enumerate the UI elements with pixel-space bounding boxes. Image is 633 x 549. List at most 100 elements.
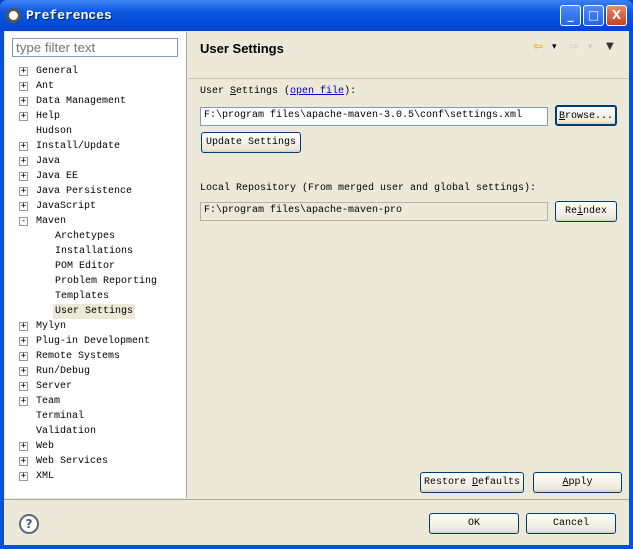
restore-defaults-button[interactable]: Restore Defaults (420, 472, 524, 493)
eclipse-icon (6, 8, 21, 23)
label-text: User (200, 86, 231, 97)
preferences-window: Preferences _ □ X General + Ant + Data Manag… (0, 0, 633, 549)
tree-item-label: Help (36, 111, 61, 122)
expand-icon[interactable]: + (19, 442, 28, 451)
tree-item[interactable]: Web (34, 439, 56, 454)
maximize-button[interactable]: □ (583, 5, 604, 26)
tree-item-label: Ant (36, 81, 55, 92)
label: pply (568, 477, 593, 488)
tree-item-label: POM Editor (55, 261, 116, 272)
tree-item[interactable]: Hudson (34, 124, 74, 139)
tree-item[interactable]: Team (34, 394, 62, 409)
tree-item[interactable]: Remote Systems (34, 349, 122, 364)
tree-item[interactable]: XML (34, 469, 56, 484)
tree-item[interactable]: Java (34, 154, 62, 169)
tree-item-label: Java EE (36, 171, 79, 182)
reindex-button[interactable]: Reindex (555, 201, 617, 222)
preference-tree-panel: General + Ant + Data Management + Help + Hudson I… (5, 32, 187, 498)
tree-item-label: Archetypes (55, 231, 116, 242)
tree-item-label: Web Services (36, 456, 109, 467)
expand-icon[interactable]: + (19, 67, 28, 76)
expand-icon[interactable]: + (19, 337, 28, 346)
label-text: ): (344, 86, 357, 97)
expand-icon[interactable]: + (19, 142, 28, 151)
tree-item[interactable]: Install/Update (34, 139, 122, 154)
forward-dropdown-icon[interactable]: ▾ (588, 42, 593, 52)
expand-icon[interactable]: + (19, 97, 28, 106)
tree-item[interactable]: Java EE (34, 169, 80, 184)
tree-item[interactable]: Java Persistence (34, 184, 134, 199)
expand-icon[interactable]: + (19, 112, 28, 121)
back-dropdown-icon[interactable]: ▾ (552, 42, 557, 52)
minimize-button[interactable]: _ (560, 5, 581, 26)
tree-item[interactable]: Mylyn (34, 319, 68, 334)
tree-item-label: Install/Update (36, 141, 121, 152)
tree-item-label: Installations (55, 246, 134, 257)
forward-arrow-icon[interactable]: ⇨ (569, 39, 579, 53)
tree-item-label: Plug-in Development (36, 336, 151, 347)
collapse-icon[interactable]: - (19, 217, 28, 226)
tree-item[interactable]: General (34, 64, 80, 79)
expand-icon[interactable]: + (19, 82, 28, 91)
tree-item[interactable]: Validation (34, 424, 98, 439)
tree-item-label: Terminal (36, 411, 85, 422)
view-menu-icon[interactable]: ▼ (606, 41, 614, 52)
tree-item-label: Run/Debug (36, 366, 91, 377)
tree-item[interactable]: Maven (34, 214, 68, 229)
tree-item-label: Validation (36, 426, 97, 437)
tree-item-label: Problem Reporting (55, 276, 158, 287)
cancel-button[interactable]: Cancel (526, 513, 616, 534)
filter-input[interactable] (12, 38, 178, 57)
tree-item[interactable]: User Settings (53, 304, 136, 319)
label: rowse... (565, 111, 614, 122)
tree-item-label: JavaScript (36, 201, 97, 212)
tree-item[interactable]: JavaScript (34, 199, 98, 214)
back-arrow-icon[interactable]: ⇦ (533, 39, 543, 53)
expand-icon[interactable]: + (19, 367, 28, 376)
dialog-footer: ? OK Cancel (4, 499, 629, 545)
expand-icon[interactable]: + (19, 322, 28, 331)
expand-icon[interactable]: + (19, 157, 28, 166)
ok-button[interactable]: OK (429, 513, 519, 534)
page-title: User Settings (200, 41, 284, 56)
expand-icon[interactable]: + (19, 457, 28, 466)
tree-item[interactable]: Data Management (34, 94, 128, 109)
tree-item-label: Templates (55, 291, 110, 302)
expand-icon[interactable]: + (19, 382, 28, 391)
tree-item[interactable]: Installations (53, 244, 135, 259)
tree-item[interactable]: Problem Reporting (53, 274, 159, 289)
tree-item[interactable]: Help (34, 109, 62, 124)
window-title: Preferences (26, 8, 112, 23)
expand-icon[interactable]: + (19, 472, 28, 481)
tree-item-label: Web (36, 441, 55, 452)
tree-item-label: Java Persistence (36, 186, 133, 197)
update-settings-button[interactable]: Update Settings (201, 132, 301, 153)
user-settings-path-input[interactable]: F:\program files\apache-maven-3.0.5\conf… (200, 107, 548, 126)
expand-icon[interactable]: + (19, 187, 28, 196)
tree-item[interactable]: Plug-in Development (34, 334, 152, 349)
expand-icon[interactable]: + (19, 352, 28, 361)
expand-icon[interactable]: + (19, 172, 28, 181)
title-bar[interactable]: Preferences _ □ X (0, 0, 633, 31)
tree-item-label: User Settings (55, 306, 134, 317)
tree-item[interactable]: Run/Debug (34, 364, 92, 379)
apply-button[interactable]: Apply (533, 472, 622, 493)
expand-icon[interactable]: + (19, 202, 28, 211)
tree-item[interactable]: Web Services (34, 454, 110, 469)
user-settings-page: User Settings ⇦ ▾ ⇨ ▾ ▼ User Settings (o… (188, 31, 629, 499)
open-file-link[interactable]: open file (290, 86, 344, 97)
close-button[interactable]: X (606, 5, 627, 26)
tree-item-label: Java (36, 156, 61, 167)
tree-item-label: Data Management (36, 96, 127, 107)
tree-item[interactable]: Terminal (34, 409, 86, 424)
tree-item[interactable]: Server (34, 379, 74, 394)
tree-item[interactable]: Ant (34, 79, 56, 94)
tree-item-label: Remote Systems (36, 351, 121, 362)
tree-item[interactable]: Archetypes (53, 229, 117, 244)
help-icon[interactable]: ? (19, 514, 39, 534)
expand-icon[interactable]: + (19, 397, 28, 406)
browse-button[interactable]: Browse... (555, 105, 617, 126)
tree-item[interactable]: POM Editor (53, 259, 117, 274)
tree-item[interactable]: Templates (53, 289, 111, 304)
tree-item-label: Maven (36, 216, 67, 227)
